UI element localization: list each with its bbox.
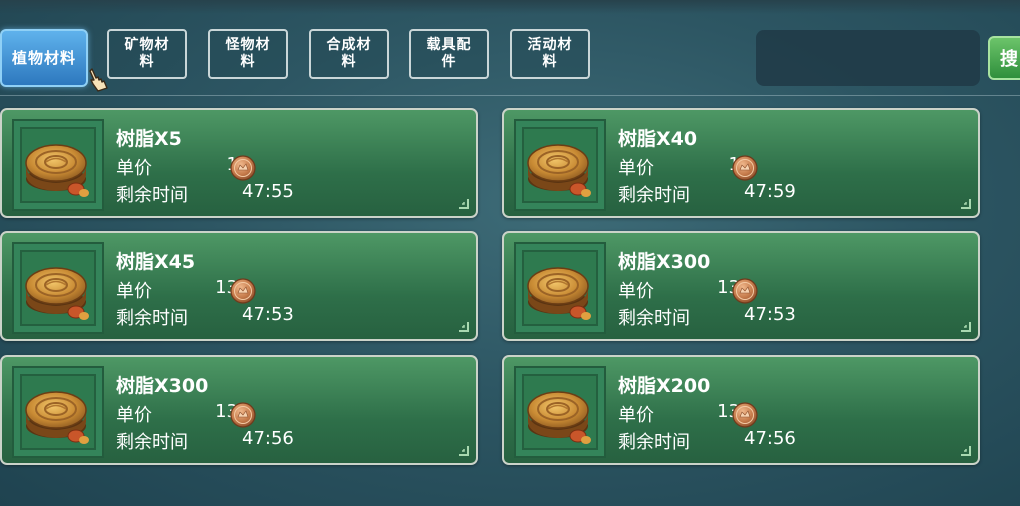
item-icon-frame (514, 119, 606, 211)
resin-icon (25, 391, 89, 444)
listing-card[interactable]: 树脂X300 单价 13 剩余时间 47:53 (502, 231, 980, 341)
time-left-value: 47:56 (744, 428, 796, 449)
copper-coin-icon (230, 155, 256, 181)
time-left-value: 47:56 (242, 428, 294, 449)
time-left-value: 47:53 (242, 304, 294, 325)
item-icon-frame (12, 242, 104, 334)
tab-crafting-materials[interactable]: 合成材料 (309, 29, 389, 79)
item-icon-frame (514, 366, 606, 458)
unit-price-label: 单价 (618, 405, 654, 426)
corner-mark-icon (459, 446, 469, 456)
resin-icon (25, 267, 89, 320)
item-name: 树脂X200 (618, 375, 711, 397)
header-divider (0, 95, 1020, 96)
item-icon-frame (12, 119, 104, 211)
listing-card[interactable]: 树脂X40 单价 1 剩余时间 47:59 (502, 108, 980, 218)
listing-card[interactable]: 树脂X200 单价 13 剩余时间 47:56 (502, 355, 980, 465)
unit-price-label: 单价 (116, 158, 152, 179)
tab-mineral-materials[interactable]: 矿物材料 (107, 29, 187, 79)
item-icon-frame (12, 366, 104, 458)
time-left-label: 剩余时间 (116, 185, 188, 206)
corner-mark-icon (961, 446, 971, 456)
top-strip (0, 0, 1020, 14)
time-left-label: 剩余时间 (618, 432, 690, 453)
search-button[interactable]: 搜 (988, 36, 1020, 80)
resin-icon (527, 144, 591, 197)
corner-mark-icon (961, 199, 971, 209)
time-left-label: 剩余时间 (618, 185, 690, 206)
item-name: 树脂X45 (116, 251, 196, 273)
tab-plant-materials[interactable]: 植物材料 (0, 29, 88, 87)
resin-icon (527, 391, 591, 444)
copper-coin-icon (230, 402, 256, 428)
time-left-value: 47:59 (744, 181, 796, 202)
pointing-hand-icon (89, 68, 108, 92)
copper-coin-icon (732, 402, 758, 428)
corner-mark-icon (961, 322, 971, 332)
time-left-value: 47:53 (744, 304, 796, 325)
item-name: 树脂X5 (116, 128, 182, 150)
resin-icon (25, 144, 89, 197)
corner-mark-icon (459, 322, 469, 332)
unit-price-label: 单价 (618, 158, 654, 179)
listing-card[interactable]: 树脂X5 单价 1 剩余时间 47:55 (0, 108, 478, 218)
item-icon-frame (514, 242, 606, 334)
time-left-label: 剩余时间 (116, 432, 188, 453)
item-name: 树脂X40 (618, 128, 698, 150)
corner-mark-icon (459, 199, 469, 209)
tab-vehicle-parts[interactable]: 载具配件 (409, 29, 489, 79)
resin-icon (527, 267, 591, 320)
item-name: 树脂X300 (116, 375, 209, 397)
tab-event-materials[interactable]: 活动材料 (510, 29, 590, 79)
time-left-label: 剩余时间 (116, 308, 188, 329)
tab-monster-materials[interactable]: 怪物材料 (208, 29, 288, 79)
copper-coin-icon (732, 155, 758, 181)
unit-price-label: 单价 (116, 405, 152, 426)
copper-coin-icon (230, 278, 256, 304)
listing-card[interactable]: 树脂X300 单价 13 剩余时间 47:56 (0, 355, 478, 465)
item-name: 树脂X300 (618, 251, 711, 273)
unit-price-label: 单价 (618, 281, 654, 302)
listing-card[interactable]: 树脂X45 单价 13 剩余时间 47:53 (0, 231, 478, 341)
unit-price-label: 单价 (116, 281, 152, 302)
search-input[interactable] (756, 30, 980, 86)
copper-coin-icon (732, 278, 758, 304)
time-left-value: 47:55 (242, 181, 294, 202)
time-left-label: 剩余时间 (618, 308, 690, 329)
